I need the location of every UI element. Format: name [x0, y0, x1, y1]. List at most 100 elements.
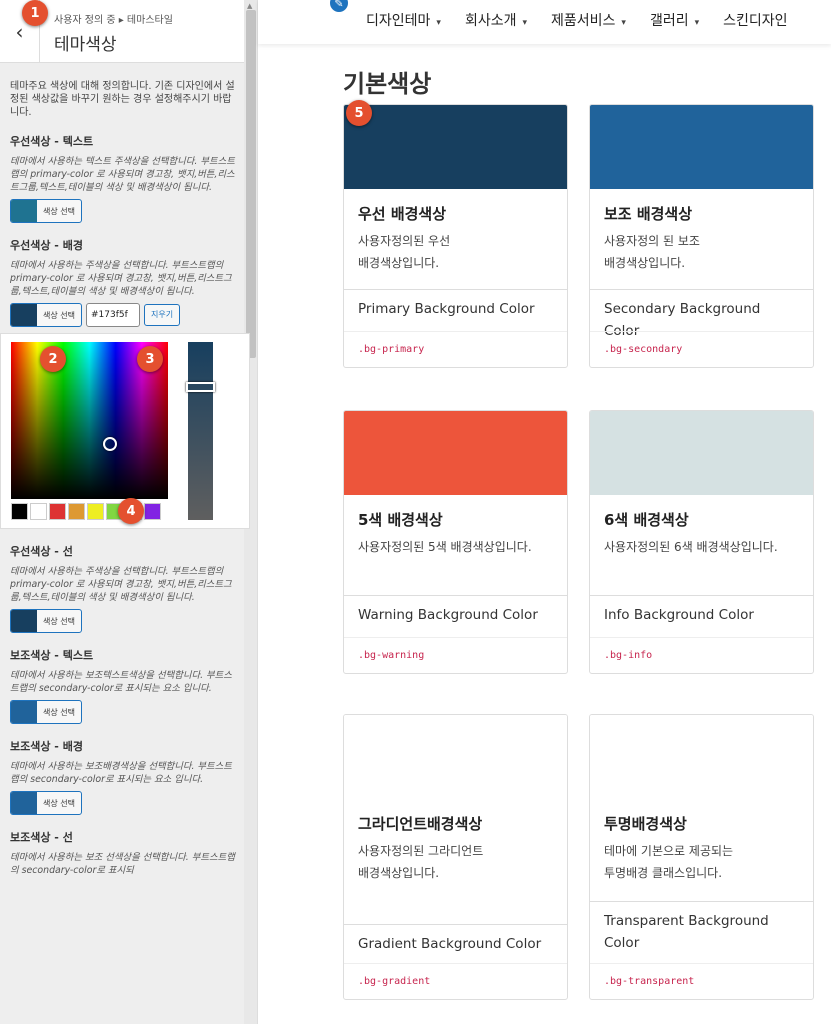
control-description: 테마에서 사용하는 텍스트 주색상을 선택합니다. 부트스트랩의 primary… — [10, 156, 235, 193]
card-class-code: .bg-primary — [344, 331, 567, 367]
caret-down-icon: ▾ — [694, 18, 700, 28]
color-card-primary: 우선 배경색상사용자정의된 우선 배경색상입니다. Primary Backgr… — [343, 104, 568, 368]
color-swatch — [11, 200, 37, 222]
control-secondary-border: 보조색상 - 선 테마에서 사용하는 보조 선색상을 선택합니다. 부트스트랩의… — [10, 829, 236, 877]
control-primary-border: 우선색상 - 선 테마에서 사용하는 주색상을 선택합니다. 부트스트랩의 pr… — [10, 543, 236, 633]
step-badge: 5 — [346, 100, 372, 126]
card-color-swatch — [590, 105, 813, 189]
card-footer: Transparent Background Color — [590, 901, 813, 962]
card-text: 사용자정의 된 보조 배경색상입니다. — [604, 234, 700, 270]
clear-button[interactable]: 지우기 — [143, 304, 181, 326]
card-class-code: .bg-warning — [344, 637, 567, 673]
card-text: 사용자정의된 6색 배경색상입니다. — [604, 540, 778, 554]
card-color-swatch — [344, 105, 567, 189]
card-text: 사용자정의된 그라디언트 배경색상입니다. — [358, 844, 484, 880]
palette-swatch[interactable] — [49, 503, 66, 520]
card-footer: Primary Background Color — [344, 289, 567, 328]
control-title: 보조색상 - 선 — [10, 831, 73, 844]
control-description: 테마에서 사용하는 주색상을 선택합니다. 부트스트랩의 primary-col… — [10, 566, 232, 603]
palette-swatch[interactable] — [144, 503, 161, 520]
color-card-secondary: 보조 배경색상 사용자정의 된 보조 배경색상입니다. Secondary Bac… — [589, 104, 814, 368]
color-card-gradient: 그라디언트배경색상사용자정의된 그라디언트 배경색상입니다. Gradient … — [343, 714, 568, 1000]
color-swatch — [11, 701, 37, 723]
nav-item[interactable]: 갤러리 ▾ — [650, 10, 699, 30]
scroll-up-icon[interactable]: ▲ — [247, 2, 252, 10]
card-title: 보조 배경색상 — [604, 205, 693, 223]
control-description: 테마에서 사용하는 보조배경색상을 선택합니다. 부트스트랩의 secondar… — [10, 761, 232, 785]
nav-item[interactable]: 제품서비스 ▾ — [551, 10, 626, 30]
hue-slider-handle[interactable] — [186, 382, 215, 392]
color-swatch — [11, 304, 37, 326]
card-title: 투명배경색상 — [604, 815, 687, 833]
caret-down-icon: ▾ — [522, 18, 527, 28]
nav-item[interactable]: 회사소개 ▾ — [465, 10, 527, 30]
select-color-button[interactable]: 색상 선택 — [10, 609, 82, 633]
saturation-handle[interactable] — [103, 437, 117, 451]
palette-swatch[interactable] — [87, 503, 104, 520]
color-swatch — [11, 792, 37, 814]
card-text: 테마에 기본으로 제공되는 투명배경 클래스입니다. — [604, 844, 734, 880]
card-footer: Gradient Background Color — [344, 924, 567, 963]
color-card-warning: 5색 배경색상사용자정의된 5색 배경색상입니다. Warning Backgr… — [343, 410, 568, 674]
top-navigation: ✎ 디자인테마 ▾ 회사소개 ▾ 제품서비스 ▾ 갤러리 ▾ 스킨디자인 — [258, 0, 831, 44]
select-color-button[interactable]: 색상 선택 — [10, 700, 82, 724]
card-footer: Info Background Color — [590, 595, 813, 634]
color-card-info: 6색 배경색상사용자정의된 6색 배경색상입니다. Info Backgroun… — [589, 410, 814, 674]
card-class-code: .bg-secondary — [590, 331, 813, 367]
section-title: 테마색상 — [54, 35, 117, 55]
control-description: 테마에서 사용하는 보조텍스트색상을 선택합니다. 부트스트랩의 seconda… — [10, 670, 232, 694]
control-title: 보조색상 - 배경 — [10, 740, 83, 753]
control-secondary-text: 보조색상 - 텍스트 테마에서 사용하는 보조텍스트색상을 선택합니다. 부트스… — [10, 647, 236, 724]
nav-menu: 디자인테마 ▾ 회사소개 ▾ 제품서비스 ▾ 갤러리 ▾ 스킨디자인 — [366, 10, 812, 30]
nav-item[interactable]: 스킨디자인 — [723, 10, 787, 30]
color-card-transparent: 투명배경색상테마에 기본으로 제공되는 투명배경 클래스입니다. Transpa… — [589, 714, 814, 1000]
caret-down-icon: ▾ — [621, 18, 626, 28]
caret-down-icon: ▾ — [436, 18, 441, 28]
card-footer: Warning Background Color — [344, 595, 567, 634]
breadcrumb: 사용자 정의 중 ▸ 테마스타일 — [54, 15, 173, 26]
step-badge: 3 — [137, 346, 163, 372]
card-class-code: .bg-info — [590, 637, 813, 673]
control-primary-text: 우선색상 - 텍스트 테마에서 사용하는 텍스트 주색상을 선택합니다. 부트스… — [10, 133, 236, 223]
hue-slider[interactable] — [186, 342, 215, 520]
card-title: 그라디언트배경색상 — [358, 815, 483, 833]
card-title: 6색 배경색상 — [604, 511, 689, 529]
card-color-swatch — [344, 715, 567, 799]
site-preview: ✎ 디자인테마 ▾ 회사소개 ▾ 제품서비스 ▾ 갤러리 ▾ 스킨디자인 기본색상 우선… — [258, 0, 831, 1024]
step-badge: 1 — [22, 0, 48, 26]
card-class-code: .bg-gradient — [344, 963, 567, 999]
palette-swatch[interactable] — [11, 503, 28, 520]
scroll-thumb[interactable] — [246, 10, 256, 358]
select-color-button[interactable]: 색상 선택 — [10, 199, 82, 223]
control-description: 테마에서 사용하는 주색상을 선택합니다. 부트스트랩의 primary-col… — [10, 260, 232, 297]
customizer-body: 테마주요 색상에 대해 정의합니다. 기존 디자인에서 설정된 색상값을 바꾸기… — [0, 80, 250, 882]
card-class-code: .bg-transparent — [590, 963, 813, 999]
card-text: 사용자정의된 5색 배경색상입니다. — [358, 540, 532, 554]
control-description: 테마에서 사용하는 보조 선색상을 선택합니다. 부트스트랩의 secondar… — [10, 852, 235, 876]
control-title: 보조색상 - 텍스트 — [10, 649, 94, 662]
card-color-swatch — [590, 715, 813, 799]
hex-input[interactable]: #173f5f — [85, 303, 140, 327]
color-swatch — [11, 610, 37, 632]
control-title: 우선색상 - 선 — [10, 545, 73, 558]
card-title: 5색 배경색상 — [358, 511, 443, 529]
card-title: 우선 배경색상 — [358, 205, 447, 223]
select-color-button[interactable]: 색상 선택 — [10, 303, 82, 327]
step-badge: 4 — [118, 498, 144, 524]
card-color-swatch — [590, 411, 813, 495]
control-title: 우선색상 - 텍스트 — [10, 135, 94, 148]
chevron-left-icon: ‹ — [15, 19, 24, 44]
pencil-icon[interactable]: ✎ — [328, 0, 350, 14]
card-text: 사용자정의된 우선 배경색상입니다. — [358, 234, 451, 270]
palette-swatch[interactable] — [68, 503, 85, 520]
card-color-swatch — [344, 411, 567, 495]
section-description: 테마주요 색상에 대해 정의합니다. 기존 디자인에서 설정된 색상값을 바꾸기… — [10, 81, 235, 118]
step-badge: 2 — [40, 346, 66, 372]
palette-swatch[interactable] — [30, 503, 47, 520]
page-title: 기본색상 — [343, 70, 432, 98]
control-title: 우선색상 - 배경 — [10, 239, 83, 252]
control-secondary-background: 보조색상 - 배경 테마에서 사용하는 보조배경색상을 선택합니다. 부트스트랩… — [10, 738, 236, 815]
control-primary-background: 우선색상 - 배경 테마에서 사용하는 주색상을 선택합니다. 부트스트랩의 p… — [0, 237, 250, 529]
nav-item[interactable]: 디자인테마 ▾ — [366, 10, 441, 30]
select-color-button[interactable]: 색상 선택 — [10, 791, 82, 815]
